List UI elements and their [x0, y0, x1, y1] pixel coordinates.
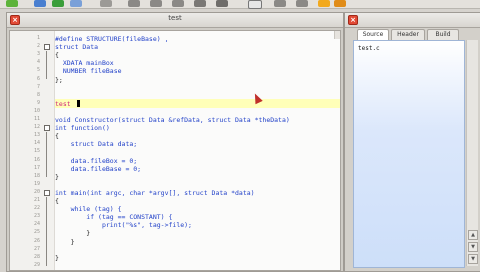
line-number: 1: [36, 35, 40, 41]
line-number: 11: [33, 116, 40, 122]
code-line[interactable]: }: [55, 173, 59, 181]
editor-title: test: [168, 14, 182, 22]
code-line[interactable]: test: [55, 100, 71, 108]
tab-build[interactable]: Build: [427, 29, 459, 40]
code-line[interactable]: XDATA mainBox: [55, 59, 114, 67]
line-number: 3: [36, 51, 40, 58]
line-number: 29: [33, 261, 40, 268]
paste-icon[interactable]: [172, 0, 184, 7]
line-number: 28: [33, 253, 40, 260]
fold-guide-line: [46, 51, 47, 80]
close-side-panel-button[interactable]: ×: [348, 15, 358, 25]
line-number: 18: [33, 172, 40, 179]
code-line[interactable]: {: [55, 132, 59, 140]
code-line[interactable]: struct Data data;: [55, 140, 138, 148]
line-number: 6: [36, 75, 40, 82]
replace-icon[interactable]: [216, 0, 228, 7]
line-number: 17: [33, 164, 40, 171]
code-line[interactable]: void Constructor(struct Data &refData, s…: [55, 116, 290, 124]
scroll-up-arrow[interactable]: [334, 31, 340, 39]
code-line[interactable]: int main(int argc, char *argv[], struct …: [55, 189, 255, 197]
cut-icon[interactable]: [128, 0, 140, 7]
line-number-gutter: 1 2 3 4 5 6 7 8 9 10 11 12 13 14 15 16 17 18 19 20 21 22 23 24 2…: [10, 31, 55, 270]
code-area[interactable]: #define STRUCTURE(fileBase) , struct Data…: [55, 31, 340, 270]
code-line[interactable]: if (tag == CONSTANT) {: [55, 213, 172, 221]
line-number: 4: [36, 59, 40, 66]
line-number: 16: [33, 156, 40, 163]
save-icon[interactable]: [70, 0, 82, 7]
code-line[interactable]: {: [55, 51, 59, 59]
line-number: 15: [33, 148, 40, 155]
line-number: 9: [36, 99, 40, 106]
file-list[interactable]: test.c: [353, 40, 465, 268]
line-number: 8: [36, 91, 40, 98]
code-line[interactable]: }: [55, 254, 59, 262]
code-line[interactable]: #define STRUCTURE(fileBase) ,: [55, 35, 169, 43]
fold-toggle-icon[interactable]: [44, 44, 50, 51]
text-caret: [77, 99, 80, 107]
editor-titlebar[interactable]: × test: [7, 13, 343, 28]
find-icon[interactable]: [194, 0, 206, 7]
scroll-down-arrow-icon[interactable]: ▼: [468, 242, 478, 252]
code-line[interactable]: };: [55, 76, 63, 84]
line-number: 7: [36, 83, 40, 90]
code-line[interactable]: print("%s", tag->file);: [55, 221, 192, 229]
code-line[interactable]: }: [55, 238, 75, 246]
line-number: 25: [33, 229, 40, 236]
fold-guide-line: [46, 132, 47, 177]
current-line-highlight: [55, 98, 340, 108]
scroll-page-down-icon[interactable]: ▼: [468, 254, 478, 264]
side-panel-titlebar[interactable]: ×: [345, 13, 480, 28]
line-number: 26: [33, 237, 40, 244]
code-line[interactable]: data.fileBase = 0;: [55, 165, 141, 173]
side-panel-window: × Source Header Build test.c ▲ ▼ ▼: [344, 12, 480, 272]
build-icon[interactable]: [274, 0, 286, 7]
code-line[interactable]: int function(): [55, 124, 110, 132]
editor-window: × test 1 2 3 4 5 6 7 8 9 10 11 12 13 14 15 16 17 18 19 20 21…: [6, 12, 344, 272]
line-number: 24: [33, 221, 40, 228]
screen-icon[interactable]: [248, 0, 262, 9]
code-line[interactable]: NUMBER fileBase: [55, 67, 122, 75]
fold-toggle-icon[interactable]: [44, 189, 50, 196]
toolbar: [0, 0, 480, 9]
line-number: 20: [33, 188, 40, 195]
line-number: 10: [33, 107, 40, 114]
copy-icon[interactable]: [150, 0, 162, 7]
code-line[interactable]: struct Data: [55, 43, 98, 51]
line-number: 21: [33, 197, 40, 203]
scroll-up-arrow-icon[interactable]: ▲: [468, 230, 478, 240]
open-file-icon[interactable]: [34, 0, 46, 7]
tools-icon[interactable]: [334, 0, 346, 7]
line-number: 13: [33, 132, 40, 139]
code-line[interactable]: }: [55, 229, 90, 237]
code-line[interactable]: data.fileBox = 0;: [55, 157, 138, 165]
code-line[interactable]: {: [55, 197, 59, 205]
fold-guide-line: [46, 197, 47, 266]
side-scrollbar[interactable]: ▲ ▼ ▼: [466, 40, 478, 266]
tab-header[interactable]: Header: [391, 29, 425, 40]
fold-toggle-icon[interactable]: [44, 125, 50, 132]
tab-source[interactable]: Source: [357, 29, 389, 40]
line-number: 5: [36, 67, 40, 74]
print-icon[interactable]: [100, 0, 112, 7]
new-file-icon[interactable]: [6, 0, 18, 7]
line-number: 12: [33, 124, 40, 131]
line-number: 27: [33, 245, 40, 252]
line-number: 22: [33, 205, 40, 212]
line-number: 19: [33, 180, 40, 187]
favorite-icon[interactable]: [318, 0, 330, 7]
file-list-item[interactable]: test.c: [358, 45, 380, 52]
line-number: 2: [36, 43, 40, 50]
line-number: 14: [33, 140, 40, 147]
line-number: 23: [33, 213, 40, 220]
add-icon[interactable]: [52, 0, 64, 7]
run-icon[interactable]: [296, 0, 308, 7]
editor-body[interactable]: 1 2 3 4 5 6 7 8 9 10 11 12 13 14 15 16 17 18 19 20 21 22 23 24 2…: [9, 30, 341, 271]
code-line[interactable]: while (tag) {: [55, 205, 122, 213]
